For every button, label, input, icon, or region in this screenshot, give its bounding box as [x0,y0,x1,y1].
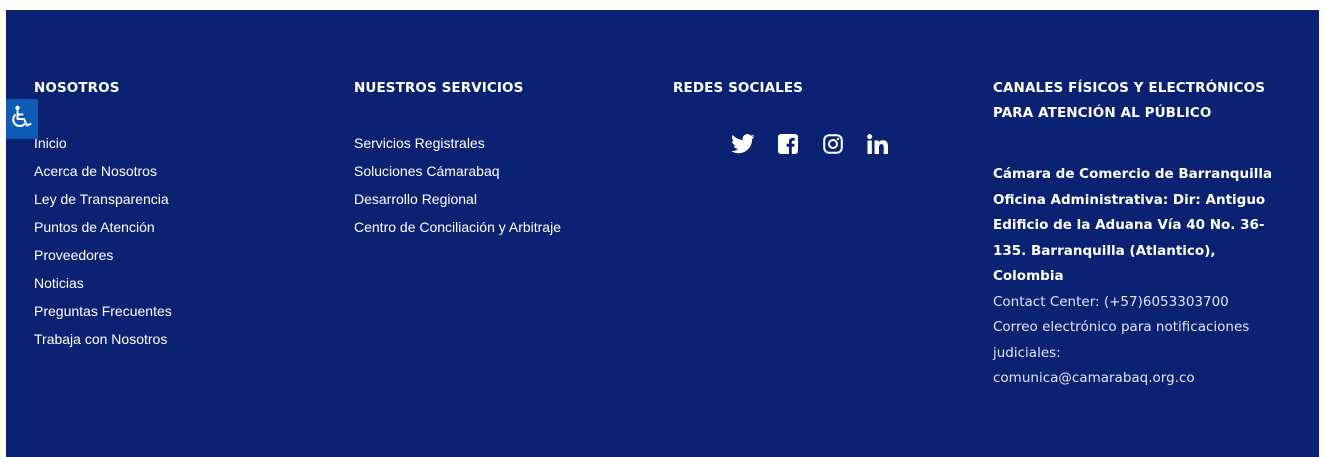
link-proveedores[interactable]: Proveedores [34,241,172,269]
servicios-heading: NUESTROS SERVICIOS [354,80,524,96]
nosotros-heading: NOSOTROS [34,80,120,96]
org-line: Oficina Administrativa: Dir: Antiguo [993,191,1266,208]
accessibility-button[interactable] [6,99,38,139]
canales-heading-line-2: PARA ATENCIÓN AL PÚBLICO [993,105,1212,121]
link-desarrollo-regional[interactable]: Desarrollo Regional [354,185,561,213]
link-inicio[interactable]: Inicio [34,129,172,157]
link-servicios-registrales[interactable]: Servicios Registrales [354,129,561,157]
org-line: Colombia [993,268,1064,284]
social-icons [730,131,891,157]
linkedin-icon[interactable] [865,131,891,157]
link-acerca-de-nosotros[interactable]: Acerca de Nosotros [34,157,172,185]
link-puntos-de-atencion[interactable]: Puntos de Atención [34,213,172,241]
canales-column: CANALES FÍSICOS Y ELECTRÓNICOS PARA ATEN… [993,76,1293,386]
notifications-email-link[interactable]: comunica@camarabaq.org.co [993,366,1293,392]
org-line: Edificio de la Aduana Vía 40 No. 36- [993,217,1265,233]
link-soluciones-camarabaq[interactable]: Soluciones Cámarabaq [354,157,561,185]
instagram-icon[interactable] [820,131,846,157]
nosotros-column: NOSOTROS Inicio Acerca de Nosotros Ley d… [34,76,172,347]
org-line: Cámara de Comercio de Barranquilla [993,166,1273,182]
facebook-icon[interactable] [775,131,801,157]
nosotros-links: Inicio Acerca de Nosotros Ley de Transpa… [34,129,172,353]
org-line: 135. Barranquilla (Atlantico), [993,242,1216,259]
twitter-icon[interactable] [730,131,756,157]
contact-center-phone: Contact Center: (+57)6053303700 [993,293,1229,310]
servicios-column: NUESTROS SERVICIOS Servicios Registrales… [354,76,561,235]
site-footer: NOSOTROS Inicio Acerca de Nosotros Ley d… [6,10,1319,457]
link-trabaja-con-nosotros[interactable]: Trabaja con Nosotros [34,325,172,353]
redes-heading: REDES SOCIALES [673,80,803,96]
link-centro-de-conciliacion[interactable]: Centro de Conciliación y Arbitraje [354,213,561,241]
notifications-email-label: judiciales: [993,344,1061,361]
wheelchair-icon [11,105,33,134]
link-noticias[interactable]: Noticias [34,269,172,297]
canales-heading-line-1: CANALES FÍSICOS Y ELECTRÓNICOS [993,80,1266,96]
servicios-links: Servicios Registrales Soluciones Cámarab… [354,129,561,241]
contact-info: Cámara de Comercio de Barranquilla Ofici… [993,162,1293,392]
link-preguntas-frecuentes[interactable]: Preguntas Frecuentes [34,297,172,325]
link-ley-de-transparencia[interactable]: Ley de Transparencia [34,185,172,213]
redes-column: REDES SOCIALES [673,76,888,154]
canales-heading: CANALES FÍSICOS Y ELECTRÓNICOS PARA ATEN… [993,76,1293,126]
notifications-email-label: Correo electrónico para notificaciones [993,319,1250,335]
